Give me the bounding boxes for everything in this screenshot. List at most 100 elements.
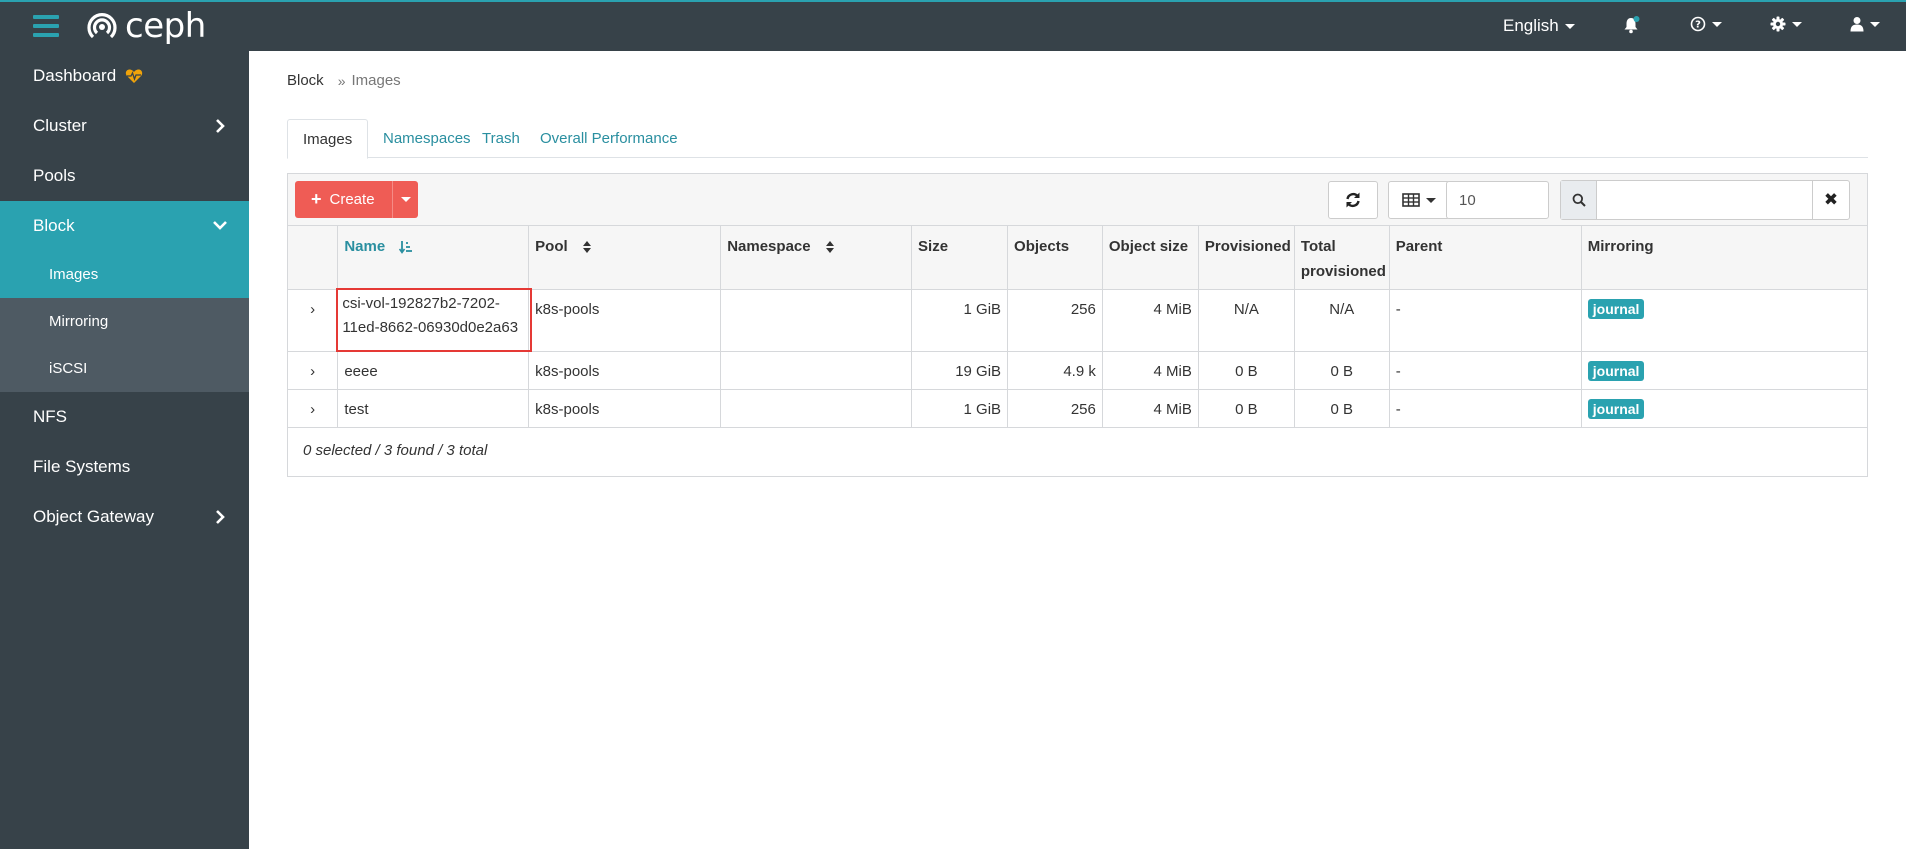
cell-objects: 256 [1007, 389, 1103, 428]
table-columns-icon [1402, 193, 1420, 207]
brand-name: ceph [125, 6, 206, 46]
sidebar-item-nfs[interactable]: NFS [0, 392, 249, 442]
sidebar-item-label: NFS [33, 407, 67, 426]
user-icon [1850, 17, 1864, 32]
chevron-down-icon [213, 221, 227, 230]
cell-object-size: 4 MiB [1102, 389, 1199, 428]
top-navbar: ceph English ? [0, 0, 1906, 51]
create-button[interactable]: + Create [295, 181, 418, 218]
tab-images[interactable]: Images [287, 119, 369, 159]
plus-icon: + [311, 189, 322, 209]
caret-down-icon [1564, 23, 1575, 29]
language-label: English [1503, 16, 1559, 35]
cell-namespace [720, 351, 913, 390]
column-header-label: Pool [535, 238, 568, 255]
cell-total-provisioned: 0 B [1294, 389, 1390, 428]
cell-pool: k8s-pools [528, 289, 722, 352]
highlighted-image-name[interactable]: csi-vol-192827b2-7202-11ed-8662-06930d0e… [336, 287, 533, 352]
search-input[interactable] [1597, 181, 1813, 219]
search-group: ✖ [1560, 180, 1850, 220]
sort-icon [825, 241, 834, 254]
cell-mirroring: journal [1581, 289, 1867, 352]
cell-name[interactable]: test [337, 389, 530, 428]
chevron-right-icon [216, 510, 225, 524]
column-header-mirroring[interactable]: Mirroring [1581, 226, 1867, 290]
table-row[interactable]: › eeee k8s-pools 19 GiB 4.9 k 4 MiB 0 B … [288, 351, 1867, 390]
sidebar-subitem-mirroring[interactable]: Mirroring [0, 298, 249, 345]
column-header-provisioned[interactable]: Provisioned [1198, 226, 1295, 290]
chevron-right-icon: › [310, 300, 316, 318]
sidebar-item-object-gateway[interactable]: Object Gateway [0, 492, 249, 542]
sidebar-item-file-systems[interactable]: File Systems [0, 442, 249, 492]
cell-namespace [720, 289, 913, 352]
column-header-namespace[interactable]: Namespace [720, 226, 913, 290]
sidebar-item-label: Block [33, 216, 75, 235]
sidebar-subitem-label: iSCSI [49, 360, 88, 377]
cell-size: 19 GiB [911, 351, 1009, 390]
search-icon-addon [1561, 181, 1598, 219]
sidebar-subitem-iscsi[interactable]: iSCSI [0, 345, 249, 392]
refresh-button[interactable] [1328, 181, 1378, 219]
question-circle-icon: ? [1690, 16, 1706, 32]
sort-icon [582, 241, 591, 254]
create-label: Create [329, 191, 375, 208]
cell-name[interactable]: csi-vol-192827b2-7202-11ed-8662-06930d0e… [336, 287, 533, 352]
row-expand-toggle[interactable]: › [288, 351, 339, 390]
column-header-objects[interactable]: Objects [1007, 226, 1103, 290]
ceph-logo[interactable]: ceph [85, 8, 206, 44]
images-table-panel: + Create 10 ✖ Name Pool Namespace Size O… [287, 173, 1868, 477]
sidebar-item-block[interactable]: Block [0, 201, 249, 251]
sidebar-subitem-images[interactable]: Images [0, 251, 249, 298]
cell-total-provisioned: 0 B [1294, 351, 1390, 390]
settings-dropdown[interactable] [1770, 16, 1802, 32]
heart-pulse-icon [126, 69, 143, 83]
table-row[interactable]: › csi-vol-192827b2-7202-11ed-8662-06930d… [288, 287, 1867, 352]
column-header-name[interactable]: Name [337, 226, 530, 290]
caret-down-icon [400, 197, 411, 202]
sidebar-item-label: File Systems [33, 457, 131, 476]
column-header-size[interactable]: Size [911, 226, 1009, 290]
table-row[interactable]: › test k8s-pools 1 GiB 256 4 MiB 0 B 0 B… [288, 389, 1867, 428]
help-dropdown[interactable]: ? [1690, 16, 1722, 32]
sidebar-item-cluster[interactable]: Cluster [0, 101, 249, 151]
cell-objects: 4.9 k [1007, 351, 1103, 390]
sidebar-item-label: Dashboard [33, 66, 117, 85]
language-dropdown[interactable]: English [1503, 16, 1575, 36]
images-table: Name Pool Namespace Size Objects Object … [288, 226, 1867, 428]
cell-size: 1 GiB [911, 289, 1009, 352]
sidebar-item-label: Object Gateway [33, 507, 154, 526]
column-header-total-provisioned[interactable]: Total provisioned [1294, 226, 1390, 290]
mirroring-badge: journal [1587, 360, 1645, 381]
caret-down-icon [1426, 197, 1436, 203]
row-expand-toggle[interactable]: › [288, 289, 339, 352]
column-header-parent[interactable]: Parent [1389, 226, 1582, 290]
cell-name[interactable]: eeee [337, 351, 530, 390]
tab-overall-performance[interactable]: Overall Performance [525, 119, 693, 158]
search-icon [1572, 193, 1586, 207]
clear-search-button[interactable]: ✖ [1812, 181, 1849, 219]
cell-pool: k8s-pools [528, 389, 722, 428]
column-toggle-button[interactable] [1388, 181, 1450, 219]
cell-parent: - [1389, 351, 1582, 390]
mirroring-badge: journal [1587, 398, 1645, 419]
column-header-label: Namespace [727, 238, 811, 255]
cell-total-provisioned: N/A [1294, 289, 1390, 352]
row-expand-toggle[interactable]: › [288, 389, 339, 428]
hamburger-menu-icon[interactable] [33, 15, 59, 37]
expand-column-header [288, 226, 339, 290]
notifications-button[interactable] [1622, 16, 1640, 34]
user-dropdown[interactable] [1850, 16, 1880, 32]
caret-down-icon [1712, 21, 1722, 27]
breadcrumb-block[interactable]: Block [287, 72, 324, 89]
create-dropdown-toggle[interactable] [392, 181, 418, 218]
column-header-pool[interactable]: Pool [528, 226, 722, 290]
sidebar-item-dashboard[interactable]: Dashboard [0, 51, 249, 101]
page-size-input[interactable]: 10 [1446, 181, 1549, 219]
tabs: Images Namespaces Trash Overall Performa… [287, 119, 1868, 159]
breadcrumb-images: Images [351, 72, 401, 89]
mirroring-badge: journal [1587, 298, 1645, 319]
sidebar-item-pools[interactable]: Pools [0, 151, 249, 201]
table-footer-count: 0 selected / 3 found / 3 total [303, 442, 488, 459]
column-header-object-size[interactable]: Object size [1102, 226, 1199, 290]
main-content: Block » Images Images Namespaces Trash O… [249, 51, 1906, 849]
